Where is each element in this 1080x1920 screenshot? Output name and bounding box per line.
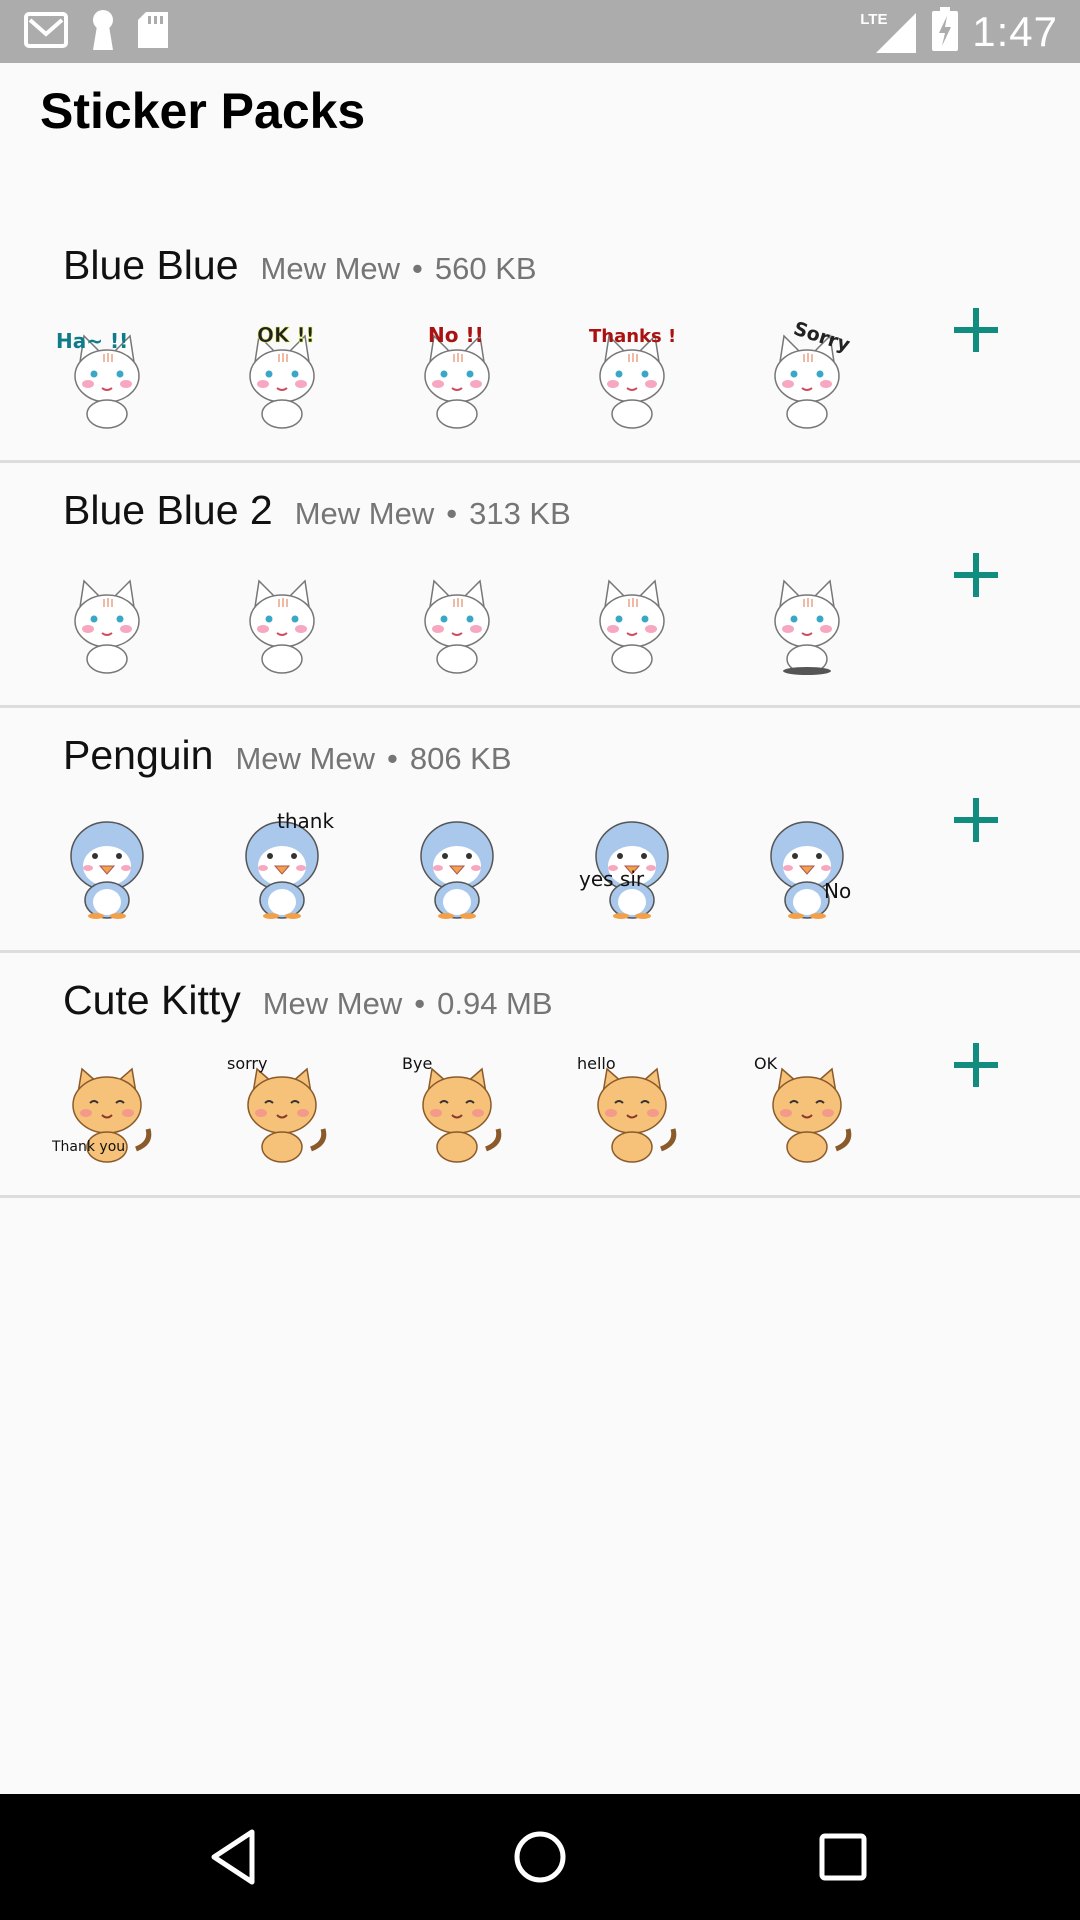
pack-publisher: Mew Mew (262, 986, 403, 1021)
sticker-preview: Bye (402, 1053, 512, 1165)
pack-name: Blue Blue (63, 242, 239, 288)
sticker-preview (577, 563, 687, 675)
pack-name: Blue Blue 2 (63, 487, 273, 533)
sticker-pack-row[interactable]: Cute Kitty Mew Mew • 0.94 MB Thank you s… (0, 953, 1080, 1198)
pack-size: 0.94 MB (437, 986, 553, 1021)
sticker-preview (227, 563, 337, 675)
sticker-preview (52, 563, 162, 675)
sticker-preview: sorry (227, 1053, 337, 1165)
pack-size: 560 KB (434, 251, 537, 286)
gmail-icon (24, 10, 70, 55)
sticker-preview: No !! (402, 318, 512, 430)
separator-dot: • (414, 986, 426, 1021)
svg-text:Thank you: Thank you (52, 1139, 125, 1155)
add-to-whatsapp-button[interactable] (948, 302, 1004, 358)
sticker-preview: Sorry (752, 318, 862, 430)
signal-icon: LTE (860, 9, 918, 55)
svg-text:OK !!: OK !! (257, 323, 315, 347)
svg-text:yes sir: yes sir (579, 867, 645, 891)
sticker-pack-row[interactable]: Blue Blue Mew Mew • 560 KB Ha~ !! OK !! … (0, 218, 1080, 463)
svg-text:sorry: sorry (227, 1054, 267, 1073)
keyhole-icon (88, 8, 118, 57)
svg-text:Bye: Bye (402, 1054, 432, 1073)
pack-name: Penguin (63, 732, 214, 778)
add-to-whatsapp-button[interactable] (948, 1037, 1004, 1093)
sticker-preview (402, 808, 512, 920)
clock: 1:47 (972, 7, 1058, 55)
pack-publisher: Mew Mew (235, 741, 375, 776)
add-to-whatsapp-button[interactable] (948, 547, 1004, 603)
sticker-preview (52, 808, 162, 920)
navigation-bar (0, 1794, 1080, 1920)
sticker-preview (402, 563, 512, 675)
pack-name: Cute Kitty (63, 977, 241, 1023)
sticker-preview: Ha~ !! (52, 318, 162, 430)
home-icon[interactable] (505, 1822, 575, 1892)
sticker-preview: Thank you (52, 1053, 162, 1165)
sticker-preview (752, 563, 862, 675)
pack-size: 313 KB (469, 496, 571, 531)
status-bar: LTE 1:47 (0, 0, 1080, 63)
sticker-preview: No (752, 808, 862, 920)
sticker-preview: Thanks ! (577, 318, 687, 430)
pack-publisher: Mew Mew (260, 251, 401, 286)
back-icon[interactable] (200, 1822, 270, 1892)
separator-dot: • (386, 741, 398, 776)
sticker-preview: yes sir (577, 808, 687, 920)
svg-text:Ha~ !!: Ha~ !! (56, 329, 128, 353)
sticker-preview: OK (752, 1053, 862, 1165)
sticker-pack-row[interactable]: Penguin Mew Mew • 806 KB thank you yes s… (0, 708, 1080, 953)
recents-icon[interactable] (808, 1822, 878, 1892)
separator-dot: • (446, 496, 458, 531)
svg-text:thank you: thank you (277, 809, 337, 833)
svg-text:No: No (824, 879, 851, 903)
sticker-preview: thank you (227, 808, 337, 920)
svg-text:OK: OK (754, 1054, 778, 1073)
battery-charging-icon (932, 7, 959, 56)
sticker-preview: hello (577, 1053, 687, 1165)
pack-size: 806 KB (409, 741, 512, 776)
svg-text:Thanks !: Thanks ! (589, 326, 676, 347)
page-title: Sticker Packs (40, 83, 366, 139)
sticker-preview: OK !! (227, 318, 337, 430)
sticker-pack-row[interactable]: Blue Blue 2 Mew Mew • 313 KB (0, 463, 1080, 708)
add-to-whatsapp-button[interactable] (948, 792, 1004, 848)
pack-publisher: Mew Mew (294, 496, 435, 531)
separator-dot: • (412, 251, 423, 286)
sticker-pack-list: Blue Blue Mew Mew • 560 KB Ha~ !! OK !! … (0, 218, 1080, 1198)
svg-text:hello: hello (577, 1054, 616, 1073)
svg-text:No !!: No !! (428, 323, 484, 347)
sd-card-icon (136, 10, 170, 55)
